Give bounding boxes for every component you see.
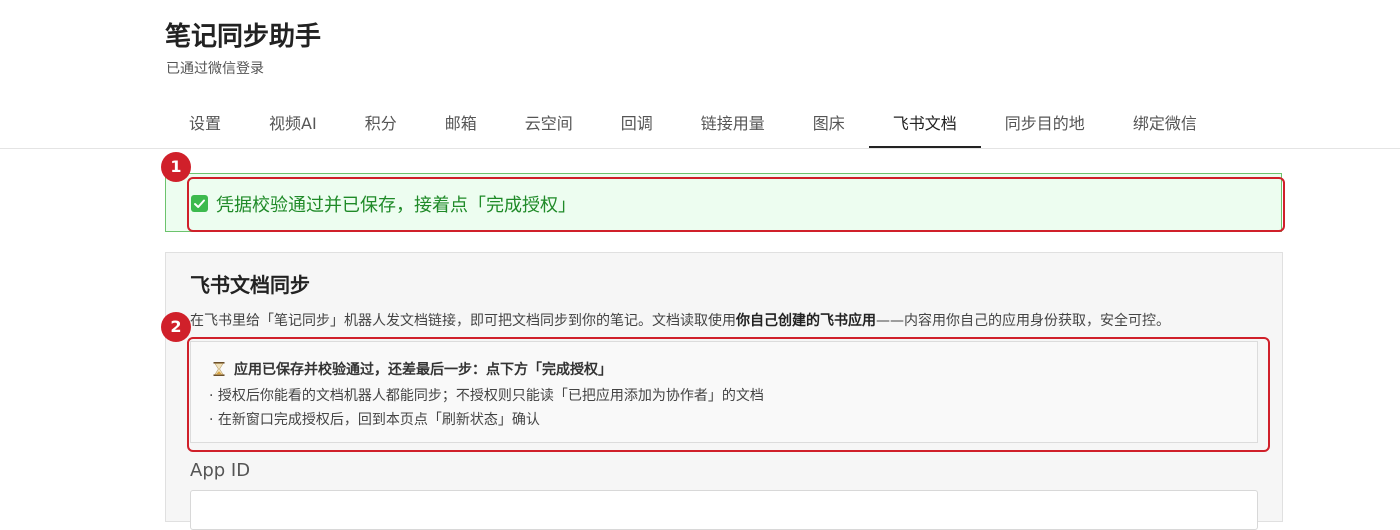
tab-email[interactable]: 邮箱 <box>421 104 501 148</box>
tab-divider <box>0 148 1400 149</box>
callout-marker-1: 1 <box>161 152 191 182</box>
pending-item: · 授权后你能看的文档机器人都能同步；不授权则只能读「已把应用添加为协作者」的文… <box>209 388 764 404</box>
tab-feishu-docs[interactable]: 飞书文档 <box>868 104 981 148</box>
tab-points[interactable]: 积分 <box>341 104 421 148</box>
pending-item: · 在新窗口完成授权后，回到本页点「刷新状态」确认 <box>209 412 540 428</box>
app-id-input[interactable] <box>190 490 1258 530</box>
tab-callback[interactable]: 回调 <box>597 104 677 148</box>
success-message: 凭据校验通过并已保存，接着点「完成授权」 <box>216 195 576 216</box>
tab-image-host[interactable]: 图床 <box>789 104 869 148</box>
hourglass-icon <box>213 362 225 376</box>
tab-bar: 设置 视频AI 积分 邮箱 云空间 回调 链接用量 图床 飞书文档 同步目的地 … <box>165 104 1221 148</box>
login-status: 已通过微信登录 <box>166 61 264 77</box>
section-title: 飞书文档同步 <box>190 273 310 297</box>
tab-sync-destination[interactable]: 同步目的地 <box>981 104 1109 148</box>
app-title: 笔记同步助手 <box>165 22 322 52</box>
success-banner: 凭据校验通过并已保存，接着点「完成授权」 <box>165 173 1282 232</box>
checkmark-icon <box>191 195 208 212</box>
tab-link-usage[interactable]: 链接用量 <box>677 104 789 148</box>
tab-settings[interactable]: 设置 <box>165 104 245 148</box>
pending-heading: 应用已保存并校验通过，还差最后一步：点下方「完成授权」 <box>213 359 612 379</box>
feishu-docs-section: 飞书文档同步 在飞书里给「笔记同步」机器人发文档链接，即可把文档同步到你的笔记。… <box>165 252 1283 530</box>
callout-marker-2: 2 <box>161 312 191 342</box>
app-id-label: App ID <box>190 460 251 481</box>
tab-cloud-space[interactable]: 云空间 <box>501 104 597 148</box>
pending-authorization-notice: 应用已保存并校验通过，还差最后一步：点下方「完成授权」 · 授权后你能看的文档机… <box>190 341 1258 443</box>
section-description: 在飞书里给「笔记同步」机器人发文档链接，即可把文档同步到你的笔记。文档读取使用你… <box>190 313 1170 329</box>
tab-video-ai[interactable]: 视频AI <box>245 104 341 148</box>
tab-bind-wechat[interactable]: 绑定微信 <box>1109 104 1221 148</box>
